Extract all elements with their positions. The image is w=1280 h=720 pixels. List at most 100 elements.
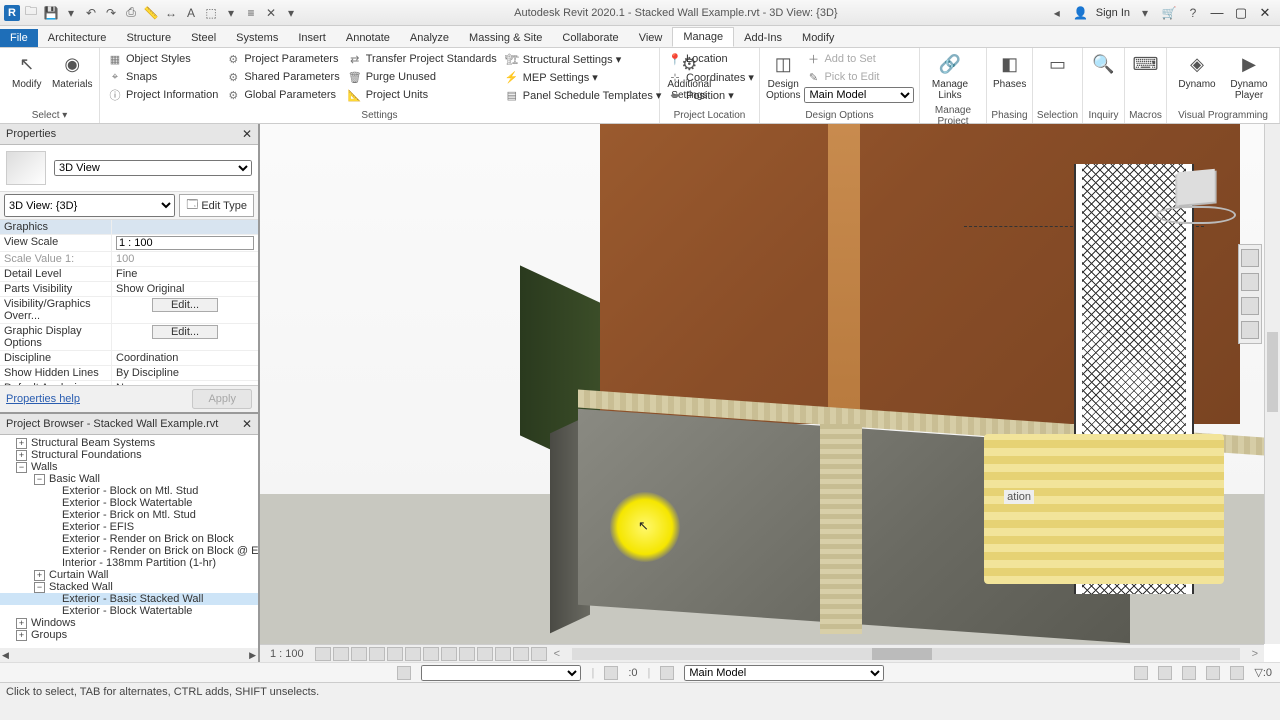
tab-massing-site[interactable]: Massing & Site bbox=[459, 29, 552, 47]
info-icon[interactable]: ◂ bbox=[1048, 4, 1066, 22]
tab-manage[interactable]: Manage bbox=[672, 27, 734, 47]
qat-measure-icon[interactable]: 📏 bbox=[142, 4, 160, 22]
phases-button[interactable]: ◧Phases bbox=[993, 51, 1026, 90]
vc-detail-icon[interactable] bbox=[315, 647, 331, 661]
tree-item[interactable]: Exterior - Render on Brick on Block @ En… bbox=[60, 545, 258, 557]
pick-to-edit-button[interactable]: ✎Pick to Edit bbox=[804, 69, 914, 85]
canvas-h-scrollbar[interactable] bbox=[572, 648, 1239, 660]
qat-print-icon[interactable]: ⎙ bbox=[122, 4, 140, 22]
snaps-button[interactable]: ⌖Snaps bbox=[106, 69, 220, 85]
modify-button[interactable]: ↖Modify bbox=[6, 51, 48, 90]
fullnav-icon[interactable] bbox=[1241, 249, 1259, 267]
qat-3d-icon[interactable]: ⬚ bbox=[202, 4, 220, 22]
tab-architecture[interactable]: Architecture bbox=[38, 29, 117, 47]
qat-dim-icon[interactable]: ↔ bbox=[162, 4, 180, 22]
add-to-set-button[interactable]: ＋Add to Set bbox=[804, 51, 914, 67]
tree-item[interactable]: Exterior - Block on Mtl. Stud bbox=[60, 485, 200, 497]
qat-save-icon[interactable]: 💾 bbox=[42, 4, 60, 22]
project-info-button[interactable]: ⓘProject Information bbox=[106, 87, 220, 103]
discipline-value[interactable]: Coordination bbox=[112, 351, 258, 365]
type-selector[interactable]: 3D View bbox=[54, 160, 252, 176]
tab-view[interactable]: View bbox=[629, 29, 673, 47]
tree-item-selected[interactable]: Exterior - Basic Stacked Wall bbox=[60, 593, 205, 605]
browser-panel-title[interactable]: Project Browser - Stacked Wall Example.r… bbox=[0, 414, 258, 435]
parts-visibility-value[interactable]: Show Original bbox=[112, 282, 258, 296]
expand-icon[interactable]: + bbox=[16, 630, 27, 641]
minimize-button[interactable]: — bbox=[1208, 4, 1226, 22]
tree-item-groups[interactable]: Groups bbox=[29, 629, 69, 641]
group-graphics[interactable]: Graphics bbox=[0, 220, 112, 234]
tree-item[interactable]: Interior - 138mm Partition (1-hr) bbox=[60, 557, 218, 569]
design-option-select[interactable]: Main Model bbox=[804, 87, 914, 103]
browser-close-icon[interactable]: ✕ bbox=[242, 417, 252, 431]
tree-item[interactable]: Exterior - Block Watertable bbox=[60, 605, 194, 617]
vc-cropshow-icon[interactable] bbox=[423, 647, 439, 661]
collapse-icon[interactable]: − bbox=[16, 462, 27, 473]
tab-insert[interactable]: Insert bbox=[288, 29, 336, 47]
tree-item[interactable]: Exterior - EFIS bbox=[60, 521, 136, 533]
3d-view-canvas[interactable]: ation ↖ bbox=[260, 124, 1264, 644]
object-styles-button[interactable]: ▦Object Styles bbox=[106, 51, 220, 67]
browser-h-scrollbar[interactable]: ◀▶ bbox=[0, 648, 258, 662]
vg-edit-button[interactable]: Edit... bbox=[152, 298, 218, 312]
vc-lock-icon[interactable] bbox=[441, 647, 457, 661]
user-icon[interactable]: 👤 bbox=[1072, 4, 1090, 22]
design-option-icon[interactable] bbox=[660, 666, 674, 680]
qat-section-icon[interactable]: ▾ bbox=[222, 4, 240, 22]
tree-item[interactable]: Exterior - Render on Brick on Block bbox=[60, 533, 236, 545]
tree-item[interactable]: Exterior - Brick on Mtl. Stud bbox=[60, 509, 198, 521]
tree-item-basic-wall[interactable]: Basic Wall bbox=[47, 473, 102, 485]
worksets-icon[interactable] bbox=[397, 666, 411, 680]
vc-crop-icon[interactable] bbox=[405, 647, 421, 661]
instance-selector[interactable]: 3D View: {3D} bbox=[4, 194, 175, 217]
qat-switch-icon[interactable]: ▾ bbox=[282, 4, 300, 22]
revit-logo-icon[interactable]: R bbox=[4, 5, 20, 21]
global-params-button[interactable]: ⚙Global Parameters bbox=[224, 87, 341, 103]
location-button[interactable]: 📍Location bbox=[666, 51, 756, 67]
dynamo-button[interactable]: ◈Dynamo bbox=[1173, 51, 1221, 90]
help-icon[interactable]: ? bbox=[1184, 4, 1202, 22]
tree-item-stacked-wall[interactable]: Stacked Wall bbox=[47, 581, 115, 593]
inquiry-button[interactable]: 🔍 bbox=[1089, 51, 1118, 77]
panel-templates-button[interactable]: ▤Panel Schedule Templates ▾ bbox=[503, 87, 664, 103]
qat-open-icon[interactable]: 🗀 bbox=[22, 4, 40, 22]
transfer-standards-button[interactable]: ⇄Transfer Project Standards bbox=[346, 51, 499, 67]
collapse-icon[interactable]: − bbox=[34, 582, 45, 593]
dynamo-player-button[interactable]: ▶Dynamo Player bbox=[1225, 51, 1273, 101]
zoom-icon[interactable] bbox=[1241, 297, 1259, 315]
properties-panel-title[interactable]: Properties✕ bbox=[0, 124, 258, 145]
group-label-select[interactable]: Select ▾ bbox=[0, 109, 99, 123]
project-params-button[interactable]: ⚙Project Parameters bbox=[224, 51, 341, 67]
materials-button[interactable]: ◉Materials bbox=[52, 51, 94, 90]
mep-settings-button[interactable]: ⚡MEP Settings ▾ bbox=[503, 69, 664, 85]
vc-shadow-icon[interactable] bbox=[369, 647, 385, 661]
tab-analyze[interactable]: Analyze bbox=[400, 29, 459, 47]
tree-item-walls[interactable]: Walls bbox=[29, 461, 59, 473]
collapse-icon[interactable]: − bbox=[34, 474, 45, 485]
qat-undo-icon[interactable]: ↶ bbox=[82, 4, 100, 22]
edit-type-button[interactable]: 🗔Edit Type bbox=[179, 194, 254, 217]
pan-icon[interactable] bbox=[1241, 273, 1259, 291]
apps-icon[interactable]: ▾ bbox=[1136, 4, 1154, 22]
coordinates-button[interactable]: ⊹Coordinates ▾ bbox=[666, 69, 756, 85]
selection-button[interactable]: ▭ bbox=[1039, 51, 1076, 77]
orbit-icon[interactable] bbox=[1241, 321, 1259, 339]
signin-link[interactable]: Sign In bbox=[1096, 7, 1130, 19]
structural-settings-button[interactable]: 🏗Structural Settings ▾ bbox=[503, 51, 664, 67]
position-button[interactable]: ⬌Position ▾ bbox=[666, 87, 756, 103]
maximize-button[interactable]: ▢ bbox=[1232, 4, 1250, 22]
tab-annotate[interactable]: Annotate bbox=[336, 29, 400, 47]
highlighted-element[interactable] bbox=[984, 434, 1224, 584]
vc-sun-icon[interactable] bbox=[351, 647, 367, 661]
tree-item[interactable]: Exterior - Block Watertable bbox=[60, 497, 194, 509]
tab-collaborate[interactable]: Collaborate bbox=[552, 29, 628, 47]
properties-help-link[interactable]: Properties help bbox=[6, 393, 80, 405]
purge-button[interactable]: 🗑Purge Unused bbox=[346, 69, 499, 85]
design-options-button[interactable]: ◫Design Options bbox=[766, 51, 800, 101]
vc-style-icon[interactable] bbox=[333, 647, 349, 661]
macros-button[interactable]: ⌨ bbox=[1131, 51, 1160, 77]
type-thumbnail-icon[interactable] bbox=[6, 151, 46, 185]
qat-redo-icon[interactable]: ↷ bbox=[102, 4, 120, 22]
expand-icon[interactable]: + bbox=[16, 438, 27, 449]
apply-button[interactable]: Apply bbox=[192, 389, 252, 409]
